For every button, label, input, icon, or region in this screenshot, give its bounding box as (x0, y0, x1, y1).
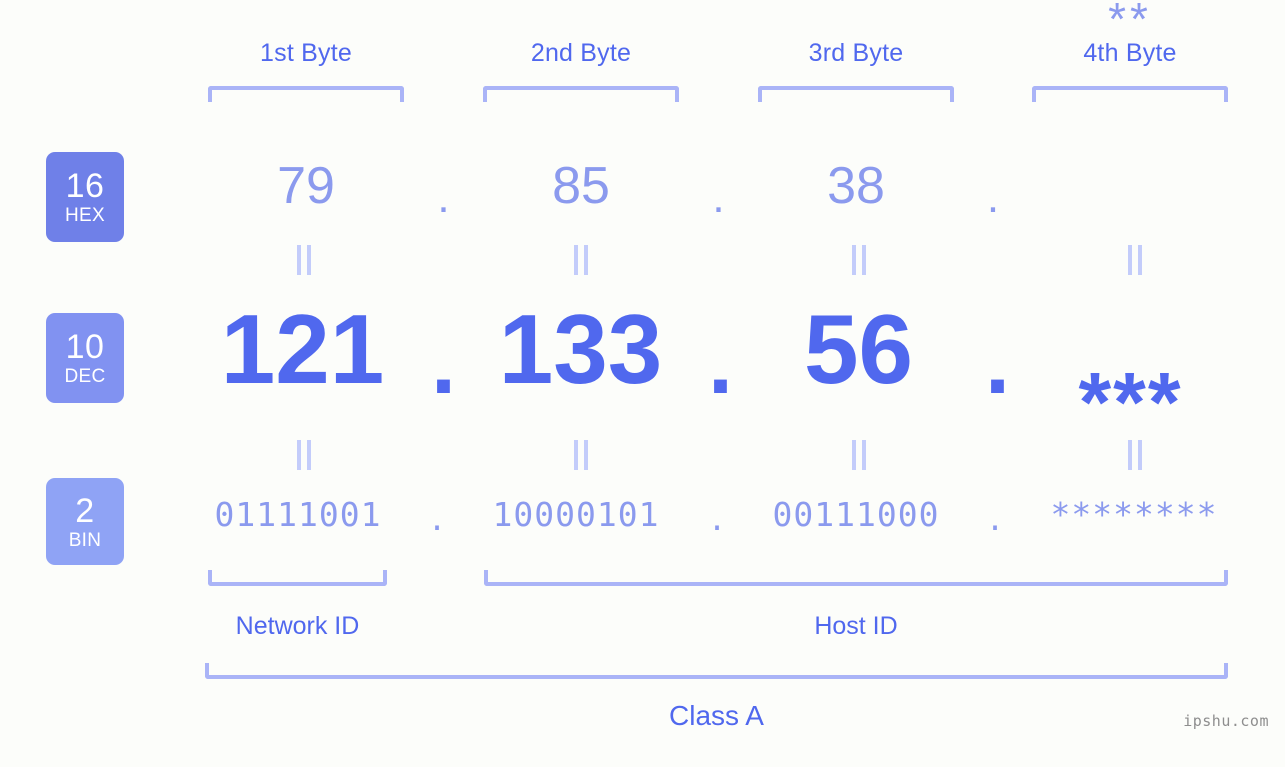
dec-dot-1: . (430, 313, 456, 413)
byte-bracket-4 (1032, 86, 1228, 102)
equals-symbol-dec-bin-2 (570, 440, 592, 470)
equals-symbol-hex-dec-4 (1124, 245, 1146, 275)
bin-octet-1: 01111001 (214, 495, 382, 534)
base-badge-dec: 10 DEC (46, 313, 124, 403)
bin-dot-2: . (707, 503, 728, 538)
byte-bracket-1 (208, 86, 404, 102)
bin-octet-4-masked: ******** (1050, 495, 1218, 534)
byte-bracket-2 (483, 86, 679, 102)
dec-value-row: 121 . 133 . 56 . *** (0, 58, 1285, 444)
base-badge-bin: 2 BIN (46, 478, 124, 565)
base-badge-dec-label: DEC (64, 366, 106, 387)
hex-octet-2: 85 (552, 157, 610, 215)
dec-octet-2: 133 (498, 294, 663, 404)
base-badge-bin-label: BIN (68, 529, 102, 551)
bin-dot-3: . (985, 503, 1006, 538)
ip-breakdown-diagram: 1st Byte 2nd Byte 3rd Byte 4th Byte 16 H… (0, 0, 1285, 767)
equals-symbol-hex-dec-2 (570, 245, 592, 275)
hex-dot-3: . (986, 173, 1000, 222)
equals-symbol-dec-bin-3 (848, 440, 870, 470)
base-badge-dec-number: 10 (65, 328, 105, 366)
hex-octet-3: 38 (827, 157, 885, 215)
base-badge-hex-label: HEX (65, 205, 105, 226)
bin-dot-1: . (427, 503, 448, 538)
network-id-bracket (208, 570, 387, 586)
byte-header-1: 1st Byte (260, 39, 352, 67)
bin-octet-2: 10000101 (492, 495, 660, 534)
byte-header-3: 3rd Byte (808, 39, 904, 67)
dec-dot-3: . (984, 313, 1010, 413)
hex-dot-2: . (712, 173, 725, 222)
class-label: Class A (669, 700, 764, 731)
hex-octet-1: 79 (277, 157, 335, 215)
equals-symbol-hex-dec-3 (848, 245, 870, 275)
byte-bracket-3 (758, 86, 954, 102)
network-id-label: Network ID (235, 612, 360, 640)
dec-octet-1: 121 (220, 294, 385, 404)
equals-symbol-hex-dec-1 (293, 245, 315, 275)
dec-octet-3: 56 (803, 294, 913, 404)
bin-octet-3: 00111000 (772, 495, 940, 534)
watermark: ipshu.com (1183, 712, 1269, 730)
class-bracket (205, 663, 1228, 679)
host-id-label: Host ID (814, 612, 898, 640)
host-id-bracket (484, 570, 1228, 586)
base-badge-hex-number: 16 (65, 167, 105, 205)
equals-symbol-dec-bin-1 (293, 440, 315, 470)
hex-dot-1: . (437, 173, 450, 222)
hex-octet-4-masked: ** (1108, 0, 1152, 45)
base-badge-bin-number: 2 (75, 491, 95, 530)
equals-symbol-dec-bin-4 (1124, 440, 1146, 470)
byte-header-2: 2nd Byte (530, 39, 632, 67)
base-badge-hex: 16 HEX (46, 152, 124, 242)
dec-dot-2: . (707, 313, 733, 413)
